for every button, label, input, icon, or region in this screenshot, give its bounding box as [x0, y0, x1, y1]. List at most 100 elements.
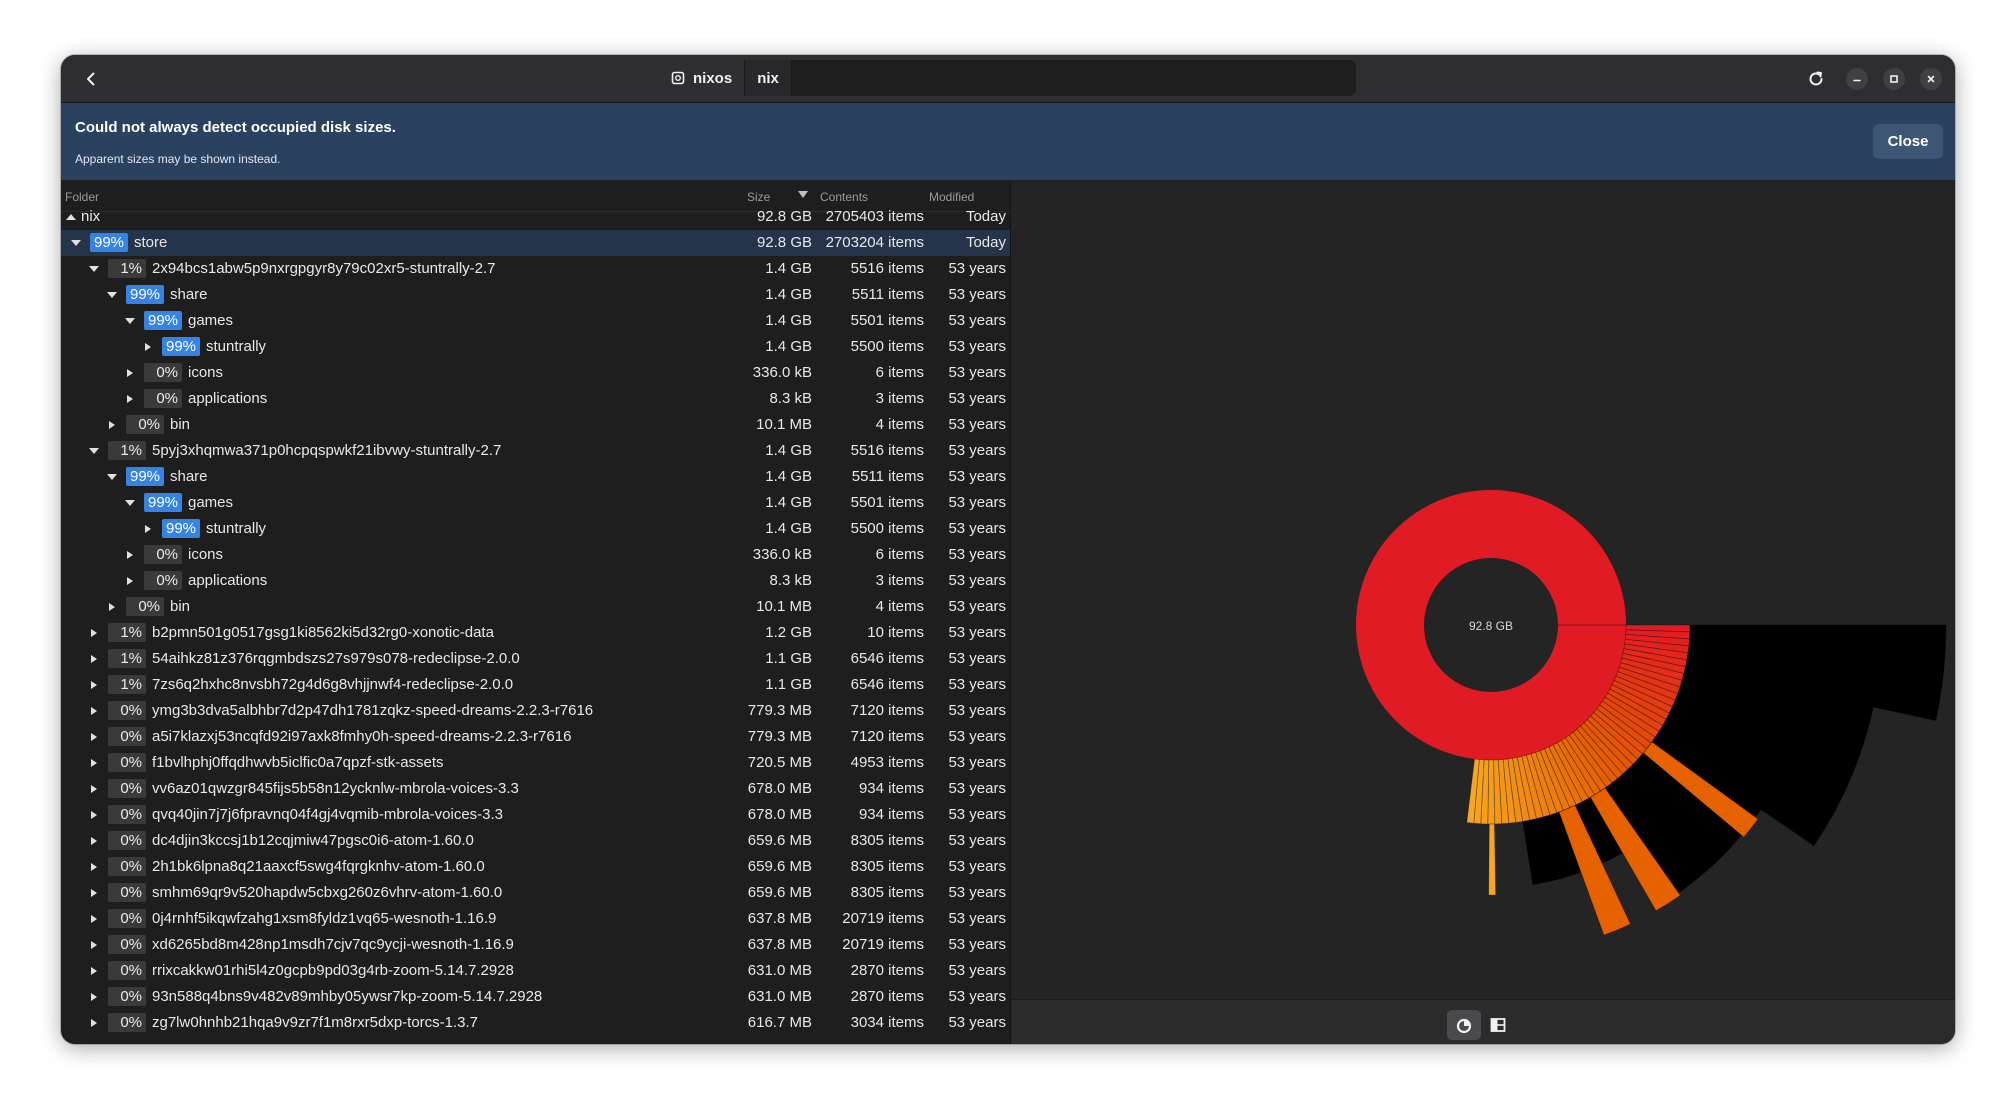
column-modified[interactable]: Modified — [929, 190, 974, 204]
tree-row[interactable]: 1% 5pyj3xhqmwa371p0hcpqspwkf21ibvwy-stunt… — [61, 438, 1010, 464]
expand-arrow-icon[interactable] — [88, 809, 100, 821]
maximize-button[interactable] — [1883, 68, 1905, 90]
folder-modified: 53 years — [948, 1014, 1006, 1031]
column-contents[interactable]: Contents — [820, 190, 868, 204]
tree-row[interactable]: 0% icons 336.0 kB 6 items 53 years — [61, 542, 1010, 568]
tree-row[interactable]: 0% 2h1bk6lpna8q21aaxcf5swg4fqrgknhv-atom-… — [61, 854, 1010, 880]
tree-row[interactable]: 99% games 1.4 GB 5501 items 53 years — [61, 308, 1010, 334]
info-bar: Could not always detect occupied disk si… — [61, 103, 1955, 180]
folder-contents: 2870 items — [850, 988, 924, 1005]
tree-row[interactable]: 0% smhm69qr9v520hapdw5cbxg260z6vhrv-atom-… — [61, 880, 1010, 906]
folder-contents: 934 items — [858, 780, 924, 797]
percent-badge: 1% — [108, 441, 146, 460]
tree-row[interactable]: 1% 2x94bcs1abw5p9nxrgpgyr8y79c02xr5-stunt… — [61, 256, 1010, 282]
expand-arrow-icon[interactable] — [88, 835, 100, 847]
expand-arrow-icon[interactable] — [88, 861, 100, 873]
folder-contents: 10 items — [867, 624, 924, 641]
folder-modified: 53 years — [948, 832, 1006, 849]
collapse-arrow-icon[interactable] — [88, 445, 100, 457]
expand-arrow-icon[interactable] — [142, 341, 154, 353]
tree-row[interactable]: 0% applications 8.3 kB 3 items 53 years — [61, 386, 1010, 412]
breadcrumb-nixos[interactable]: nixos — [659, 60, 746, 96]
tree-row[interactable]: 0% zg7lw0hnhb21hqa9v9zr7f1m8rxr5dxp-torcs… — [61, 1010, 1010, 1036]
expand-arrow-icon[interactable] — [88, 939, 100, 951]
tree-row[interactable]: 99% share 1.4 GB 5511 items 53 years — [61, 464, 1010, 490]
breadcrumb-nix[interactable]: nix — [745, 60, 792, 96]
collapse-arrow-icon[interactable] — [106, 289, 118, 301]
tree-row[interactable]: 0% f1bvlhphj0ffqdhwvb5iclfic0a7qpzf-stk-a… — [61, 750, 1010, 776]
percent-badge: 0% — [108, 779, 146, 798]
folder-tree[interactable]: Folder Size Contents Modified nix 92.8 GB… — [61, 181, 1011, 1044]
ring-segment[interactable] — [1488, 823, 1497, 896]
folder-contents: 5511 items — [851, 286, 924, 303]
treemap-chart-view-button[interactable] — [1481, 1010, 1515, 1040]
folder-contents: 6 items — [875, 546, 924, 563]
parent-folder-arrow-icon[interactable] — [65, 211, 77, 223]
tree-row[interactable]: 99% stuntrally 1.4 GB 5500 items 53 years — [61, 516, 1010, 542]
folder-modified: 53 years — [948, 572, 1006, 589]
back-button[interactable] — [75, 63, 107, 95]
ring-chart-view-button[interactable] — [1447, 1010, 1481, 1040]
tree-row[interactable]: 99% stuntrally 1.4 GB 5500 items 53 years — [61, 334, 1010, 360]
collapse-arrow-icon[interactable] — [124, 497, 136, 509]
expand-arrow-icon[interactable] — [106, 601, 118, 613]
expand-arrow-icon[interactable] — [124, 393, 136, 405]
column-folder[interactable]: Folder — [65, 190, 99, 204]
expand-arrow-icon[interactable] — [124, 575, 136, 587]
expand-arrow-icon[interactable] — [88, 1017, 100, 1029]
info-bar-close-button[interactable]: Close — [1873, 124, 1943, 159]
expand-arrow-icon[interactable] — [88, 653, 100, 665]
tree-row[interactable]: 0% a5i7klazxj53ncqfd92i97axk8fmhy0h-speed… — [61, 724, 1010, 750]
folder-size: 659.6 MB — [747, 884, 812, 901]
expand-arrow-icon[interactable] — [88, 887, 100, 899]
expand-arrow-icon[interactable] — [142, 523, 154, 535]
expand-arrow-icon[interactable] — [88, 965, 100, 977]
expand-arrow-icon[interactable] — [124, 549, 136, 561]
info-bar-subtitle: Apparent sizes may be shown instead. — [75, 152, 281, 166]
tree-row[interactable]: 1% 7zs6q2hxhc8nvsbh72g4d6g8vhjjnwf4-redec… — [61, 672, 1010, 698]
expand-arrow-icon[interactable] — [88, 783, 100, 795]
expand-arrow-icon[interactable] — [88, 991, 100, 1003]
tree-row[interactable]: 0% xd6265bd8m428np1msdh7cjv7qc9ycji-wesno… — [61, 932, 1010, 958]
percent-badge: 1% — [108, 259, 146, 278]
path-bar-spacer[interactable] — [792, 60, 1356, 96]
tree-row[interactable]: 99% share 1.4 GB 5511 items 53 years — [61, 282, 1010, 308]
expand-arrow-icon[interactable] — [88, 913, 100, 925]
minimize-button[interactable] — [1846, 68, 1868, 90]
column-size[interactable]: Size — [747, 190, 770, 204]
close-window-button[interactable] — [1920, 68, 1942, 90]
tree-row[interactable]: 0% applications 8.3 kB 3 items 53 years — [61, 568, 1010, 594]
expand-arrow-icon[interactable] — [88, 705, 100, 717]
tree-row[interactable]: 0% bin 10.1 MB 4 items 53 years — [61, 412, 1010, 438]
folder-modified: 53 years — [948, 780, 1006, 797]
tree-row[interactable]: 0% ymg3b3dva5albhbr7d2p47dh1781zqkz-speed… — [61, 698, 1010, 724]
breadcrumb-label: nix — [757, 69, 779, 87]
expand-arrow-icon[interactable] — [88, 627, 100, 639]
tree-row[interactable]: 0% vv6az01qwzgr845fijs5b58n12ycknlw-mbrol… — [61, 776, 1010, 802]
tree-row[interactable]: 0% qvq40jin7j7j6fpravnq04f4gj4vqmib-mbrol… — [61, 802, 1010, 828]
tree-row[interactable]: 0% bin 10.1 MB 4 items 53 years — [61, 594, 1010, 620]
tree-row[interactable]: 0% 93n588q4bns9v482v89mhby05ywsr7kp-zoom-… — [61, 984, 1010, 1010]
tree-row[interactable]: nix 92.8 GB 2705403 items Today — [61, 204, 1010, 230]
collapse-arrow-icon[interactable] — [88, 263, 100, 275]
tree-row[interactable]: 0% rrixcakkw01rhi5l4z0gcpb9pd03g4rb-zoom-… — [61, 958, 1010, 984]
expand-arrow-icon[interactable] — [88, 731, 100, 743]
reload-button[interactable] — [1800, 63, 1832, 95]
collapse-arrow-icon[interactable] — [70, 237, 82, 249]
expand-arrow-icon[interactable] — [106, 419, 118, 431]
ring-chart[interactable]: 92.8 GB — [1011, 181, 1955, 999]
tree-row[interactable]: 99% games 1.4 GB 5501 items 53 years — [61, 490, 1010, 516]
ring-segment[interactable] — [1881, 624, 1947, 642]
tree-row[interactable]: 0% 0j4rnhf5ikqwfzahg1xsm8fyldz1vq65-wesno… — [61, 906, 1010, 932]
tree-row[interactable]: 1% 54aihkz81z376rqgmbdszs27s979s078-redec… — [61, 646, 1010, 672]
tree-row[interactable]: 0% dc4djin3kccsj1b12cqjmiw47pgsc0i6-atom-… — [61, 828, 1010, 854]
expand-arrow-icon[interactable] — [88, 757, 100, 769]
tree-row[interactable]: 1% b2pmn501g0517gsg1ki8562ki5d32rg0-xonot… — [61, 620, 1010, 646]
expand-arrow-icon[interactable] — [88, 679, 100, 691]
tree-row[interactable]: 0% icons 336.0 kB 6 items 53 years — [61, 360, 1010, 386]
folder-size: 1.4 GB — [765, 494, 812, 511]
tree-row[interactable]: 99% store 92.8 GB 2703204 items Today — [61, 230, 1010, 256]
expand-arrow-icon[interactable] — [124, 367, 136, 379]
collapse-arrow-icon[interactable] — [124, 315, 136, 327]
collapse-arrow-icon[interactable] — [106, 471, 118, 483]
